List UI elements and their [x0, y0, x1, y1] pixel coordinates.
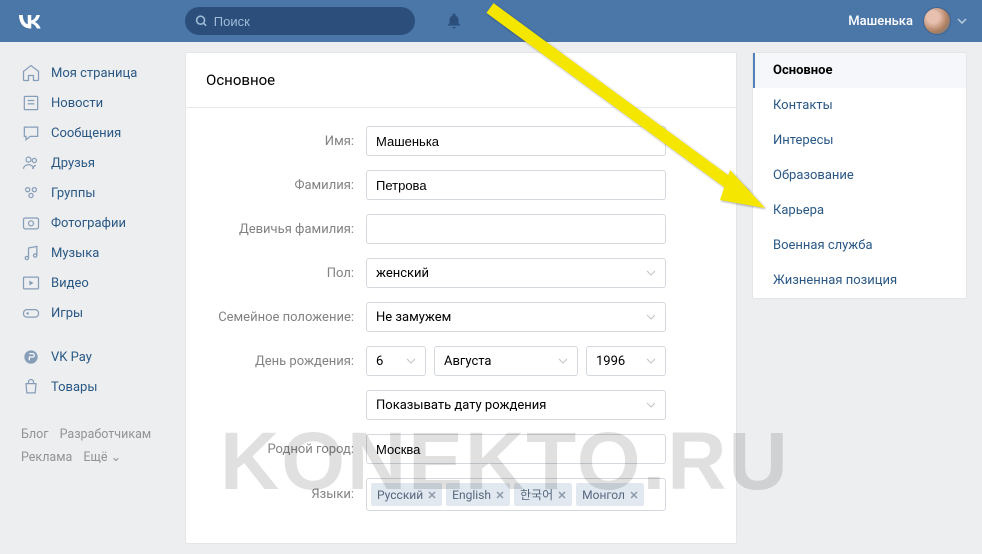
footer-link[interactable]: Блог — [21, 427, 48, 442]
search-box[interactable] — [185, 7, 415, 35]
chevron-down-icon — [406, 358, 416, 364]
birthday-month-select[interactable]: Августа — [434, 346, 578, 376]
sidebar-item-label: Товары — [51, 380, 97, 395]
label-first-name: Имя: — [206, 134, 366, 149]
label-last-name: Фамилия: — [206, 178, 366, 193]
footer-link[interactable]: Реклама — [21, 450, 72, 465]
chevron-down-icon — [646, 358, 656, 364]
label-relation: Семейное положение: — [206, 310, 366, 325]
notifications-icon[interactable] — [445, 12, 463, 30]
sidebar-item-pay[interactable]: VK Pay — [15, 342, 170, 372]
sidebar-item-label: VK Pay — [51, 350, 92, 365]
vk-logo[interactable] — [15, 6, 45, 36]
label-hometown: Родной город: — [206, 442, 366, 457]
chevron-down-icon — [646, 270, 656, 276]
sidebar-item-news[interactable]: Новости — [15, 88, 170, 118]
sidebar-item-games[interactable]: Игры — [15, 298, 170, 328]
sidebar-item-friends[interactable]: Друзья — [15, 148, 170, 178]
languages-tags[interactable]: РусскийEnglish한국어Монгол — [366, 478, 666, 511]
home-icon — [21, 63, 41, 83]
music-icon — [21, 243, 41, 263]
games-icon — [21, 303, 41, 323]
birthday-year-select[interactable]: 1996 — [586, 346, 666, 376]
right-nav-item[interactable]: Основное — [753, 53, 966, 88]
sidebar-item-label: Игры — [51, 306, 83, 321]
close-icon — [558, 491, 566, 499]
right-nav-item[interactable]: Образование — [753, 158, 966, 193]
first-name-input[interactable] — [366, 126, 666, 156]
sidebar-item-video[interactable]: Видео — [15, 268, 170, 298]
right-nav: ОсновноеКонтактыИнтересыОбразованиеКарье… — [752, 52, 967, 299]
video-icon — [21, 273, 41, 293]
maiden-name-input[interactable] — [366, 214, 666, 244]
sidebar-item-label: Новости — [51, 96, 103, 111]
sidebar-item-photos[interactable]: Фотографии — [15, 208, 170, 238]
language-tag[interactable]: 한국어 — [514, 483, 572, 506]
label-maiden-name: Девичья фамилия: — [206, 222, 366, 237]
footer-link[interactable]: Разработчикам — [60, 427, 152, 442]
chevron-down-icon — [646, 314, 656, 320]
relation-select[interactable]: Не замужем — [366, 302, 666, 332]
last-name-input[interactable] — [366, 170, 666, 200]
sidebar-footer-links: Блог Разработчикам Реклама Ещё ⌄ — [15, 416, 170, 477]
username: Машенька — [848, 14, 913, 29]
sidebar-item-label: Группы — [51, 186, 95, 201]
right-nav-item[interactable]: Контакты — [753, 88, 966, 123]
search-input[interactable] — [214, 14, 405, 29]
close-icon — [496, 491, 504, 499]
news-icon — [21, 93, 41, 113]
right-nav-item[interactable]: Жизненная позиция — [753, 263, 966, 298]
right-nav-item[interactable]: Карьера — [753, 193, 966, 228]
groups-icon — [21, 183, 41, 203]
top-header: Машенька — [0, 0, 982, 42]
friends-icon — [21, 153, 41, 173]
chevron-down-icon — [558, 358, 568, 364]
sidebar-item-music[interactable]: Музыка — [15, 238, 170, 268]
label-birthday: День рождения: — [206, 354, 366, 369]
chevron-down-icon — [646, 402, 656, 408]
birthday-visibility-select[interactable]: Показывать дату рождения — [366, 390, 666, 420]
label-languages: Языки: — [206, 487, 366, 502]
sidebar-item-home[interactable]: Моя страница — [15, 58, 170, 88]
left-sidebar: Моя страница Новости Сообщения Друзья Группы… — [15, 52, 170, 544]
language-tag[interactable]: English — [446, 483, 510, 506]
shop-icon — [21, 377, 41, 397]
sidebar-item-label: Сообщения — [51, 126, 121, 141]
sidebar-item-label: Друзья — [51, 156, 95, 171]
birthday-day-select[interactable]: 6 — [366, 346, 426, 376]
sidebar-item-messages[interactable]: Сообщения — [15, 118, 170, 148]
sex-select[interactable]: женский — [366, 258, 666, 288]
chevron-down-icon — [957, 18, 967, 24]
sidebar-item-shop[interactable]: Товары — [15, 372, 170, 402]
right-nav-item[interactable]: Военная служба — [753, 228, 966, 263]
footer-link[interactable]: Ещё ⌄ — [83, 450, 121, 465]
sidebar-item-label: Видео — [51, 276, 89, 291]
language-tag[interactable]: Монгол — [576, 483, 644, 506]
pay-icon — [21, 347, 41, 367]
language-tag[interactable]: Русский — [371, 483, 442, 506]
close-icon — [630, 491, 638, 499]
search-icon — [195, 14, 208, 28]
sidebar-item-label: Музыка — [51, 246, 99, 261]
messages-icon — [21, 123, 41, 143]
hometown-input[interactable] — [366, 434, 666, 464]
sidebar-item-label: Фотографии — [51, 216, 126, 231]
label-sex: Пол: — [206, 266, 366, 281]
user-menu[interactable]: Машенька — [848, 7, 967, 35]
panel-title: Основное — [186, 71, 736, 108]
photos-icon — [21, 213, 41, 233]
right-nav-item[interactable]: Интересы — [753, 123, 966, 158]
sidebar-item-label: Моя страница — [51, 66, 137, 81]
form-panel: Основное Имя: Фамилия: Девичья фамилия: … — [185, 52, 737, 544]
sidebar-item-groups[interactable]: Группы — [15, 178, 170, 208]
avatar — [923, 7, 951, 35]
close-icon — [428, 491, 436, 499]
